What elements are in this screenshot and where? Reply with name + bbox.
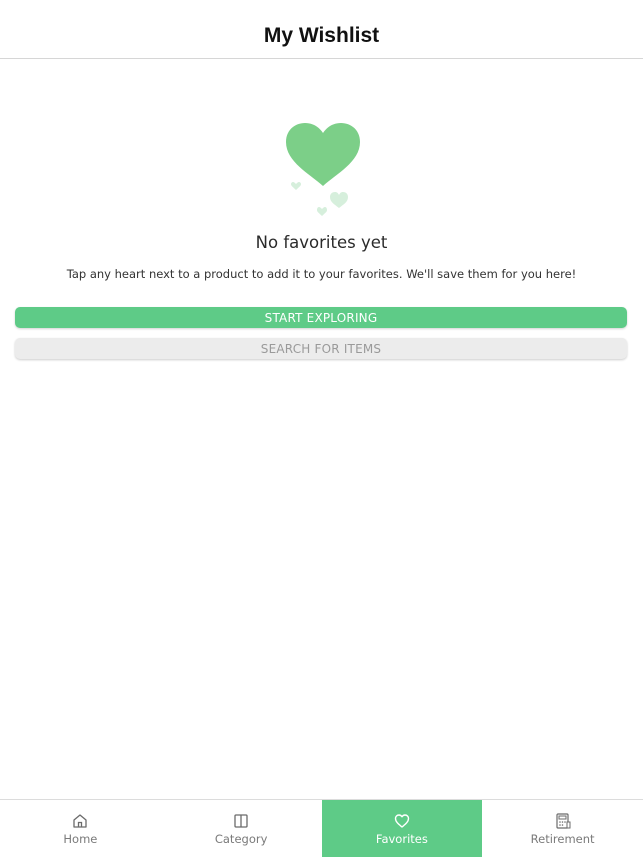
search-for-items-button[interactable]: SEARCH FOR ITEMS bbox=[15, 338, 627, 359]
page-title: My Wishlist bbox=[263, 24, 380, 47]
tab-favorites-label: Favorites bbox=[375, 831, 428, 846]
bottom-tab-bar: Home Category Favorites Retirement bbox=[0, 799, 643, 857]
start-exploring-button[interactable]: START EXPLORING bbox=[15, 307, 627, 328]
category-icon bbox=[234, 813, 248, 828]
large-heart-icon bbox=[286, 123, 360, 186]
tab-home[interactable]: Home bbox=[0, 800, 161, 857]
tab-retirement-label: Retirement bbox=[530, 831, 595, 846]
calculator-icon bbox=[556, 812, 571, 829]
tab-favorites[interactable]: Favorites bbox=[321, 800, 483, 857]
wishlist-screen: My Wishlist No favorites yet Tap any hea… bbox=[0, 0, 643, 857]
empty-hearts-illustration bbox=[286, 123, 360, 216]
small-heart-icon-1 bbox=[291, 182, 301, 190]
tab-retirement[interactable]: Retirement bbox=[482, 800, 643, 857]
empty-state-description: Tap any heart next to a product to add i… bbox=[66, 267, 577, 281]
tab-home-label: Home bbox=[63, 831, 98, 846]
tab-category-label: Category bbox=[214, 831, 268, 846]
empty-state-title: No favorites yet bbox=[255, 233, 388, 252]
tab-category[interactable]: Category bbox=[161, 800, 322, 857]
home-icon bbox=[73, 813, 88, 828]
small-heart-icon-3 bbox=[317, 207, 327, 216]
header-bar: My Wishlist bbox=[0, 0, 643, 59]
heart-icon bbox=[394, 813, 410, 828]
small-heart-icon-2 bbox=[330, 192, 348, 208]
